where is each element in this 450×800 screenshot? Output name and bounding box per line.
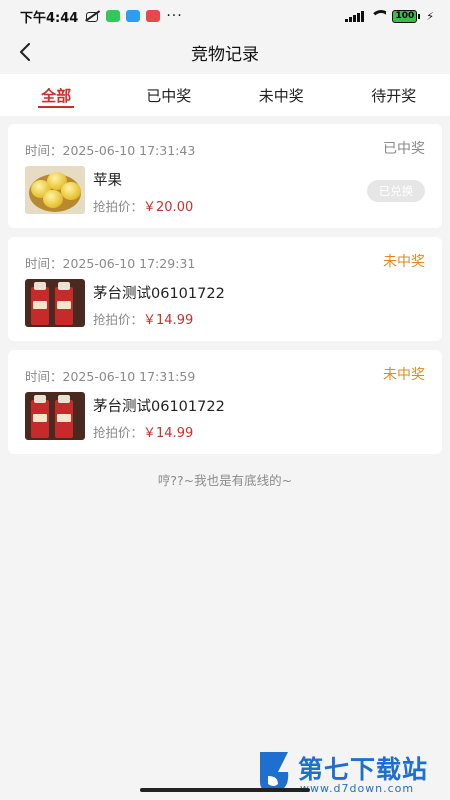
- chevron-left-icon: [20, 43, 30, 61]
- record-card[interactable]: 时间：2025-06-10 17:31:59 未中奖 茅台测试06101722 …: [8, 350, 442, 454]
- signal-icon: [345, 10, 365, 22]
- record-price: 抢拍价：￥14.99: [93, 312, 194, 328]
- record-status: 已中奖: [383, 141, 425, 157]
- record-price: 抢拍价：￥14.99: [93, 425, 194, 441]
- more-notifications-icon: ···: [166, 8, 183, 24]
- record-status: 未中奖: [383, 367, 425, 383]
- apple-image: [25, 166, 85, 214]
- record-name: 茅台测试06101722: [93, 286, 225, 302]
- tab-bar: 全部 已中奖 未中奖 待开奖: [0, 74, 450, 116]
- record-card[interactable]: 时间：2025-06-10 17:31:43 已中奖 苹果 抢拍价：￥20.00…: [8, 124, 442, 228]
- status-left: 下午4:44 ···: [20, 7, 183, 26]
- record-name: 茅台测试06101722: [93, 399, 225, 415]
- end-of-list-note: 哼??~我也是有底线的~: [157, 473, 293, 488]
- charging-icon: ⚡: [426, 9, 434, 23]
- tab-pending[interactable]: 待开奖: [338, 74, 450, 116]
- status-time: 下午4:44: [20, 10, 79, 26]
- moutai-image: [25, 392, 85, 440]
- status-right: 100 ⚡: [345, 9, 434, 23]
- wifi-icon: [370, 10, 387, 22]
- record-time: 时间：2025-06-10 17:31:59: [25, 369, 196, 384]
- battery-level: 100: [392, 9, 418, 23]
- page-title: 竞物记录: [191, 44, 259, 65]
- tab-not-won[interactable]: 未中奖: [225, 74, 338, 116]
- back-button[interactable]: [12, 38, 38, 66]
- record-status: 未中奖: [383, 254, 425, 270]
- header: 竞物记录: [0, 32, 450, 72]
- status-bar: 下午4:44 ··· 100 ⚡: [0, 0, 450, 32]
- record-name: 苹果: [93, 173, 122, 189]
- record-time: 时间：2025-06-10 17:31:43: [25, 143, 196, 158]
- watermark-url: www.d7down.com: [300, 782, 415, 795]
- message-notification-icon: [126, 10, 141, 22]
- tab-won[interactable]: 已中奖: [113, 74, 226, 116]
- battery-icon: 100: [392, 9, 421, 23]
- tab-all[interactable]: 全部: [0, 74, 113, 116]
- home-indicator[interactable]: [140, 788, 310, 792]
- mute-icon: [84, 10, 100, 22]
- shop-notification-icon: [146, 10, 161, 22]
- redeemed-button[interactable]: 已兑换: [367, 180, 425, 202]
- record-time: 时间：2025-06-10 17:29:31: [25, 256, 196, 271]
- moutai-image: [25, 279, 85, 327]
- record-price: 抢拍价：￥20.00: [93, 199, 194, 215]
- app-notification-icon: [106, 10, 121, 22]
- record-card[interactable]: 时间：2025-06-10 17:29:31 未中奖 茅台测试06101722 …: [8, 237, 442, 341]
- watermark-text: 第七下载站: [298, 755, 429, 784]
